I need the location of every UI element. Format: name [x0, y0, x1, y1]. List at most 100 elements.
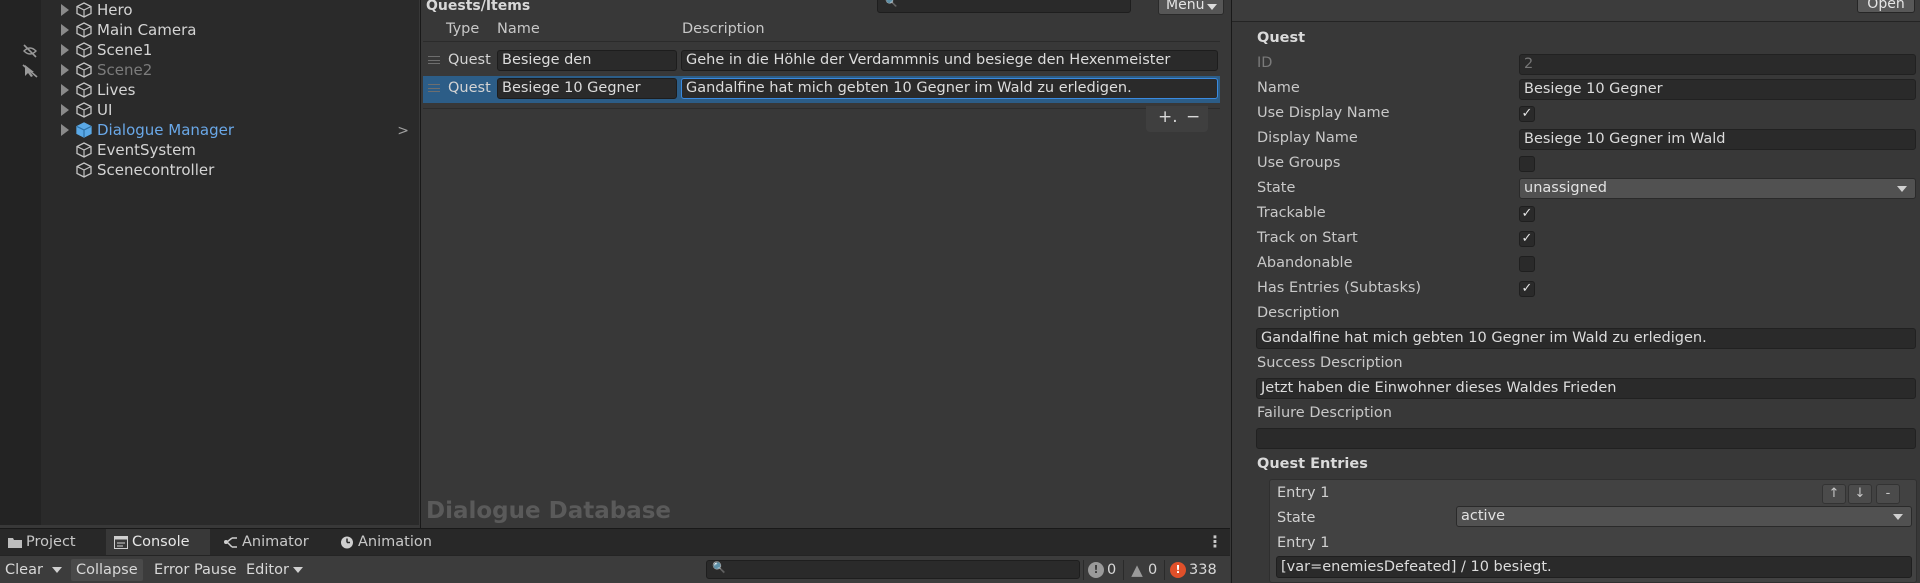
use-display-name-label: Use Display Name: [1257, 105, 1390, 121]
quest-name-field[interactable]: Besiege 10 Gegner: [497, 78, 677, 99]
clear-options-dropdown[interactable]: [48, 559, 68, 581]
hierarchy-item[interactable]: Scenecontroller: [41, 160, 419, 180]
error-icon: !: [1170, 562, 1186, 578]
hierarchy-item[interactable]: Scene1: [41, 40, 419, 60]
quest-name-field[interactable]: Besiege den: [497, 50, 677, 71]
track-on-start-checkbox[interactable]: ✓: [1519, 231, 1535, 247]
expand-arrow-icon[interactable]: [61, 84, 69, 96]
error-pause-label: Error Pause: [154, 562, 237, 578]
entry-text-label: Entry 1: [1277, 535, 1330, 551]
name-field[interactable]: Besiege 10 Gegner: [1519, 79, 1916, 100]
hierarchy-item[interactable]: Lives: [41, 80, 419, 100]
search-icon: 🔍: [885, 0, 898, 8]
entry-state-dropdown[interactable]: active: [1456, 506, 1912, 527]
divider: [1164, 560, 1165, 580]
open-button[interactable]: Open: [1857, 0, 1915, 13]
success-description-field[interactable]: Jetzt haben die Einwohner dieses Waldes …: [1256, 378, 1916, 399]
section-title: Quest: [1257, 30, 1306, 46]
remove-button[interactable]: −: [1186, 107, 1200, 127]
hierarchy-gutter: [0, 0, 41, 525]
gameobject-icon: [76, 42, 92, 58]
hierarchy-item[interactable]: Hero: [41, 0, 419, 20]
warning-icon: ▲: [1131, 561, 1143, 579]
description-field[interactable]: Gandalfine hat mich gebten 10 Gegner im …: [1256, 328, 1916, 349]
gameobject-icon: [76, 22, 92, 38]
failure-description-label: Failure Description: [1257, 405, 1392, 421]
trackable-checkbox[interactable]: ✓: [1519, 206, 1535, 222]
tab-console[interactable]: Console: [106, 529, 210, 556]
hierarchy-item-label: Scene1: [97, 41, 153, 59]
has-entries-label: Has Entries (Subtasks): [1257, 280, 1422, 296]
tab-label: Animator: [242, 534, 309, 550]
failure-description-field[interactable]: [1256, 428, 1916, 449]
tab-animator[interactable]: Animator: [216, 529, 326, 556]
clear-button[interactable]: Clear: [0, 559, 48, 581]
hierarchy-item[interactable]: Dialogue Manager >: [41, 120, 419, 140]
info-icon: !: [1088, 562, 1104, 578]
gameobject-icon: [76, 162, 92, 178]
drag-handle-icon[interactable]: [428, 56, 440, 64]
hierarchy-item[interactable]: UI: [41, 100, 419, 120]
pickable-off-icon[interactable]: [22, 64, 38, 78]
gameobject-icon: [76, 62, 92, 78]
inspector-panel: Open Quest ID 2 Name Besiege 10 Gegner U…: [1231, 0, 1920, 583]
move-down-button[interactable]: ↓: [1848, 484, 1872, 504]
quest-row[interactable]: Quest Besiege 10 Gegner Gandalfine hat m…: [423, 76, 1220, 103]
header-divider: [423, 41, 1220, 42]
use-groups-checkbox[interactable]: [1519, 156, 1535, 172]
quest-row[interactable]: Quest Besiege den Gehe in die Höhle der …: [423, 48, 1220, 75]
database-search-input[interactable]: 🔍: [877, 0, 1131, 13]
divider: [1123, 560, 1124, 580]
database-watermark: Dialogue Database: [426, 498, 672, 524]
entry-controls: ↑ ↓ -: [1818, 484, 1913, 504]
visibility-off-icon[interactable]: [22, 44, 38, 58]
has-entries-checkbox[interactable]: ✓: [1519, 281, 1535, 297]
quest-type: Quest: [448, 52, 491, 68]
hierarchy-item[interactable]: Scene2: [41, 60, 419, 80]
chevron-right-icon[interactable]: >: [397, 123, 409, 139]
menu-button[interactable]: Menu: [1158, 0, 1224, 15]
gameobject-icon: [76, 2, 92, 18]
state-dropdown[interactable]: unassigned: [1519, 178, 1916, 199]
quest-description-field[interactable]: Gandalfine hat mich gebten 10 Gegner im …: [681, 78, 1218, 99]
tab-animation[interactable]: Animation: [332, 529, 444, 556]
info-count-toggle[interactable]: ! 0: [1085, 559, 1116, 581]
move-up-button[interactable]: ↑: [1822, 484, 1846, 504]
warning-count-toggle[interactable]: ▲ 0: [1126, 559, 1157, 581]
expand-arrow-icon[interactable]: [61, 64, 69, 76]
abandonable-checkbox[interactable]: [1519, 256, 1535, 272]
quest-description-field[interactable]: Gehe in die Höhle der Verdammnis und bes…: [681, 50, 1218, 71]
expand-arrow-icon[interactable]: [61, 24, 69, 36]
more-options-icon[interactable]: ⋮: [1207, 532, 1223, 551]
hierarchy-item[interactable]: EventSystem: [41, 140, 419, 160]
expand-arrow-icon[interactable]: [61, 44, 69, 56]
column-header-type[interactable]: Type: [446, 21, 479, 37]
clear-label: Clear: [5, 562, 43, 578]
expand-arrow-icon[interactable]: [61, 104, 69, 116]
clock-icon: [341, 536, 353, 549]
remove-entry-button[interactable]: -: [1876, 484, 1900, 504]
display-name-label: Display Name: [1257, 130, 1358, 146]
track-on-start-label: Track on Start: [1257, 230, 1358, 246]
expand-arrow-icon[interactable]: [61, 124, 69, 136]
chevron-down-icon: [1893, 514, 1903, 520]
bottom-tab-bar: Project Console Animator Animation ⋮: [0, 528, 1230, 556]
hierarchy-item[interactable]: Main Camera: [41, 20, 419, 40]
tab-project[interactable]: Project: [0, 529, 106, 556]
display-name-field[interactable]: Besiege 10 Gegner im Wald: [1519, 129, 1916, 150]
column-header-name[interactable]: Name: [497, 21, 540, 37]
expand-arrow-icon[interactable]: [61, 4, 69, 16]
gameobject-icon: [76, 122, 92, 138]
console-search-input[interactable]: 🔍: [706, 560, 1080, 579]
entry-text-field[interactable]: [var=enemiesDefeated] / 10 besiegt.: [1276, 556, 1912, 578]
drag-handle-icon[interactable]: [428, 84, 440, 92]
add-button[interactable]: +.: [1158, 107, 1178, 127]
error-count-toggle[interactable]: ! 338: [1167, 559, 1217, 581]
list-divider: [423, 108, 1220, 109]
use-display-name-checkbox[interactable]: ✓: [1519, 106, 1535, 122]
editor-dropdown[interactable]: Editor: [241, 559, 308, 581]
column-header-description[interactable]: Description: [682, 21, 765, 37]
gameobject-icon: [76, 142, 92, 158]
collapse-toggle[interactable]: Collapse: [71, 559, 143, 581]
error-pause-toggle[interactable]: Error Pause: [149, 559, 242, 581]
